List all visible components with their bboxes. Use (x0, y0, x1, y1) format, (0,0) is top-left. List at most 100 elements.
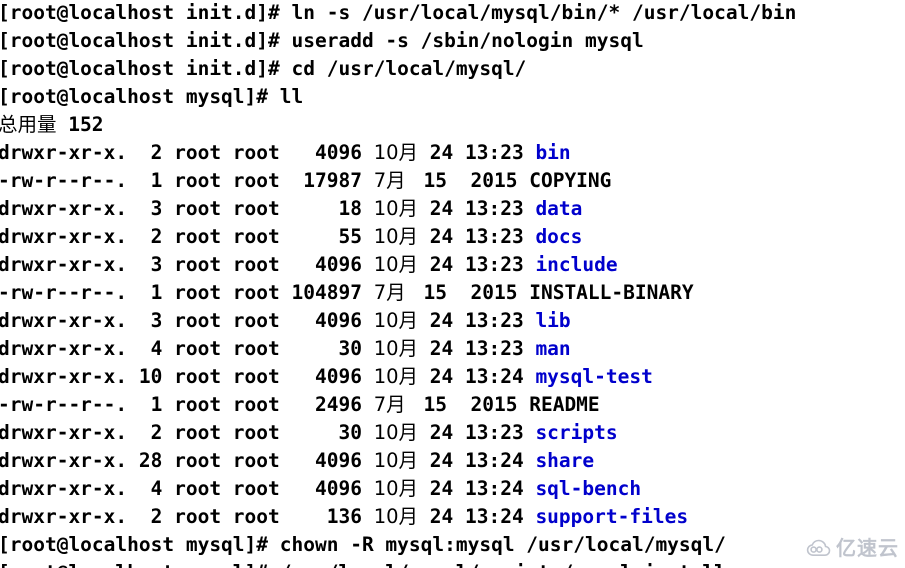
shell-prompt: [root@localhost init.d]# (0, 1, 292, 24)
file-owner-group: root root (174, 141, 292, 164)
file-name: bin (535, 141, 571, 164)
file-owner-group: root root (174, 169, 292, 192)
terminal-line-command: [root@localhost mysql]# ll (0, 83, 905, 111)
file-permissions: drwxr-xr-x. (0, 365, 128, 388)
link-count: 1 (127, 393, 175, 416)
file-date: 24 13:23 (418, 337, 536, 360)
link-count: 2 (127, 141, 175, 164)
link-count: 10 (127, 365, 175, 388)
file-date: 24 13:23 (418, 421, 536, 444)
shell-prompt: [root@localhost init.d]# (0, 29, 292, 52)
file-permissions: -rw-r--r--. (0, 393, 128, 416)
link-count: 1 (127, 281, 175, 304)
file-date: 24 13:23 (418, 253, 536, 276)
file-name: mysql-test (535, 365, 653, 388)
file-size: 18 (291, 197, 374, 220)
link-count: 3 (127, 253, 175, 276)
command-text: chown -R mysql:mysql /usr/local/mysql/ (279, 533, 726, 556)
file-month: 10月 (373, 309, 419, 332)
file-permissions: -rw-r--r--. (0, 169, 128, 192)
terminal-window[interactable]: [root@localhost init.d]# ln -s /usr/loca… (0, 0, 905, 568)
file-month: 10月 (373, 421, 419, 444)
directory-listing: drwxr-xr-x. 2 root root 4096 10月 24 13:2… (0, 139, 905, 531)
file-size: 4096 (291, 309, 374, 332)
command-text: cd /usr/local/mysql/ (291, 57, 527, 80)
file-month: 7月 (373, 393, 412, 416)
file-month: 10月 (373, 505, 419, 528)
link-count: 3 (127, 309, 175, 332)
file-permissions: drwxr-xr-x. (0, 505, 128, 528)
listing-row: -rw-r--r--. 1 root root 104897 7月 15 201… (0, 279, 905, 307)
file-name: data (535, 197, 583, 220)
file-permissions: drwxr-xr-x. (0, 309, 128, 332)
file-size: 30 (291, 337, 374, 360)
file-size: 104897 (291, 281, 374, 304)
file-permissions: drwxr-xr-x. (0, 477, 128, 500)
file-permissions: -rw-r--r--. (0, 281, 128, 304)
file-name: README (529, 393, 600, 416)
shell-prompt: [root@localhost mysql]# (0, 533, 280, 556)
file-date: 15 2015 (411, 169, 530, 192)
terminal-line-total: 总用量 152 (0, 111, 905, 139)
listing-row: drwxr-xr-x. 10 root root 4096 10月 24 13:… (0, 363, 905, 391)
link-count: 28 (127, 449, 175, 472)
file-name: sql-bench (535, 477, 642, 500)
listing-row: drwxr-xr-x. 4 root root 4096 10月 24 13:2… (0, 475, 905, 503)
file-owner-group: root root (174, 421, 292, 444)
file-owner-group: root root (174, 449, 292, 472)
file-date: 24 13:24 (418, 477, 536, 500)
file-owner-group: root root (174, 505, 292, 528)
terminal-line-command: [root@localhost init.d]# useradd -s /sbi… (0, 27, 905, 55)
file-permissions: drwxr-xr-x. (0, 449, 128, 472)
file-date: 24 13:23 (418, 225, 536, 248)
file-permissions: drwxr-xr-x. (0, 197, 128, 220)
file-size: 136 (291, 505, 374, 528)
file-name: support-files (535, 505, 689, 528)
file-owner-group: root root (174, 337, 292, 360)
file-name: lib (535, 309, 571, 332)
file-date: 24 13:23 (418, 197, 536, 220)
file-name: INSTALL-BINARY (529, 281, 694, 304)
file-size: 30 (291, 421, 374, 444)
listing-row: drwxr-xr-x. 4 root root 30 10月 24 13:23 … (0, 335, 905, 363)
file-month: 10月 (373, 225, 419, 248)
terminal-screen: [root@localhost init.d]# ln -s /usr/loca… (0, 0, 905, 568)
file-size: 17987 (291, 169, 374, 192)
file-date: 24 13:24 (418, 449, 536, 472)
terminal-line-command: [root@localhost init.d]# cd /usr/local/m… (0, 55, 905, 83)
file-date: 24 13:23 (418, 141, 536, 164)
listing-row: -rw-r--r--. 1 root root 2496 7月 15 2015 … (0, 391, 905, 419)
file-name: scripts (535, 421, 618, 444)
file-month: 10月 (373, 337, 419, 360)
file-date: 24 13:24 (418, 365, 536, 388)
file-month: 10月 (373, 365, 419, 388)
file-permissions: drwxr-xr-x. (0, 253, 128, 276)
file-month: 10月 (373, 477, 419, 500)
file-owner-group: root root (174, 365, 292, 388)
file-month: 10月 (373, 141, 419, 164)
command-text: ln -s /usr/local/mysql/bin/* /usr/local/… (291, 1, 797, 24)
link-count: 2 (127, 505, 175, 528)
total-spacer (57, 113, 69, 136)
file-owner-group: root root (174, 281, 292, 304)
file-size: 2496 (291, 393, 374, 416)
link-count: 2 (127, 225, 175, 248)
total-label: 总用量 (0, 113, 57, 136)
file-owner-group: root root (174, 477, 292, 500)
listing-row: drwxr-xr-x. 2 root root 4096 10月 24 13:2… (0, 139, 905, 167)
file-permissions: drwxr-xr-x. (0, 225, 128, 248)
file-permissions: drwxr-xr-x. (0, 141, 128, 164)
link-count: 4 (127, 337, 175, 360)
file-permissions: drwxr-xr-x. (0, 421, 128, 444)
link-count: 3 (127, 197, 175, 220)
file-name: docs (535, 225, 583, 248)
listing-row: -rw-r--r--. 1 root root 17987 7月 15 2015… (0, 167, 905, 195)
file-date: 24 13:24 (418, 505, 536, 528)
file-date: 15 2015 (411, 281, 530, 304)
file-size: 4096 (291, 449, 374, 472)
terminal-line-partial: [root@localhost mysql]# /usr/local/mysql… (0, 559, 905, 568)
file-month: 7月 (373, 281, 412, 304)
listing-row: drwxr-xr-x. 3 root root 18 10月 24 13:23 … (0, 195, 905, 223)
listing-row: drwxr-xr-x. 2 root root 136 10月 24 13:24… (0, 503, 905, 531)
file-owner-group: root root (174, 393, 292, 416)
